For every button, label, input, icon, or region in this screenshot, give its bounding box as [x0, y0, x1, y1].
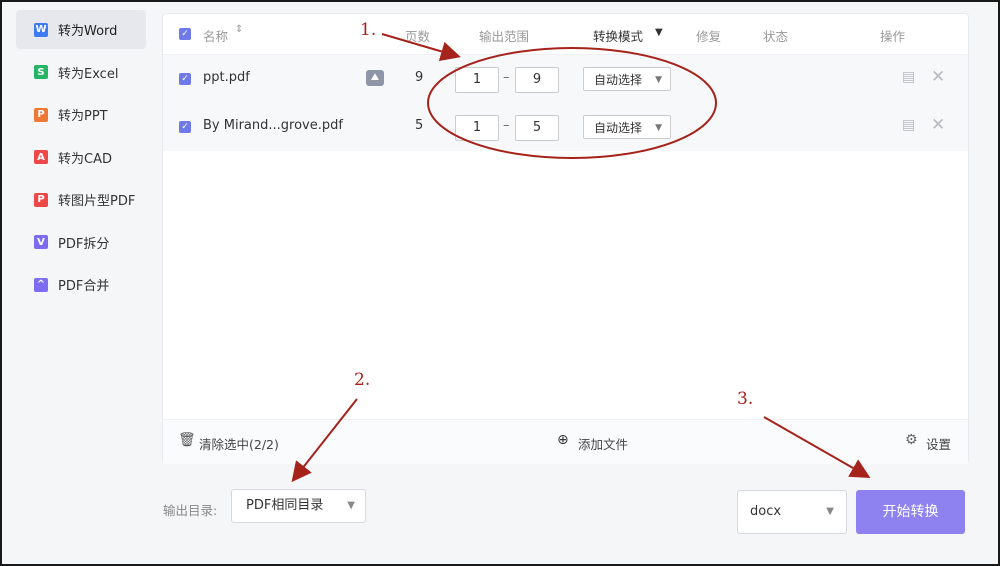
sidebar: W 转为Word S 转为Excel P 转为PPT A 转为CAD P 转图片…: [16, 10, 146, 308]
format-select[interactable]: docx ▼: [737, 490, 847, 534]
format-value: docx: [750, 504, 782, 519]
output-dir-label: 输出目录:: [163, 503, 218, 518]
header-repair: 修复: [696, 29, 722, 44]
mode-dropdown-icon[interactable]: ▼: [655, 27, 663, 38]
close-icon[interactable]: ✕: [931, 67, 945, 87]
sidebar-item-label: 转为Excel: [58, 66, 119, 82]
table-row: ✓ ppt.pdf ⛰ 9 1 – 9 自动选择 ▼ ▤ ✕: [163, 55, 968, 103]
mode-select-value: 自动选择: [594, 121, 643, 135]
gear-icon[interactable]: ⚙: [905, 432, 918, 448]
table-row: ✓ By Mirand...grove.pdf 5 1 – 5 自动选择 ▼ ▤ …: [163, 103, 968, 151]
file-name: ppt.pdf: [203, 70, 250, 85]
start-convert-button[interactable]: 开始转换: [856, 490, 965, 534]
clear-selected-button[interactable]: 清除选中(2/2): [199, 434, 279, 453]
header-status: 状态: [763, 29, 789, 44]
file-name: By Mirand...grove.pdf: [203, 118, 343, 133]
annotation-3: 3.: [737, 389, 754, 409]
range-dash: –: [503, 118, 510, 133]
sidebar-item-pdf-split[interactable]: V PDF拆分: [16, 223, 146, 262]
chevron-down-icon: ▼: [347, 500, 355, 511]
mode-select[interactable]: 自动选择 ▼: [583, 115, 671, 139]
row-checkbox[interactable]: ✓: [179, 121, 191, 133]
image-preview-icon[interactable]: ⛰: [366, 70, 384, 86]
excel-icon: S: [34, 65, 48, 79]
annotation-2: 2.: [354, 370, 371, 390]
header-pages: 页数: [405, 29, 431, 44]
app-window: W 转为Word S 转为Excel P 转为PPT A 转为CAD P 转图片…: [0, 0, 1000, 566]
table-header: ✓ 名称 ⇕ 页数 输出范围 转换模式 ▼ 修复 状态 操作: [163, 14, 968, 55]
header-ops: 操作: [880, 29, 906, 44]
sidebar-item-label: 转为PPT: [58, 109, 108, 124]
sidebar-item-ppt[interactable]: P 转为PPT: [16, 95, 146, 134]
add-circle-icon[interactable]: ⊕: [557, 432, 569, 448]
panel-footer: 🗑 清除选中(2/2) ⊕ 添加文件 ⚙ 设置: [163, 419, 968, 464]
preview-file-icon[interactable]: ▤: [902, 117, 915, 133]
ppt-icon: P: [34, 107, 48, 122]
sort-icon[interactable]: ⇕: [235, 24, 243, 35]
range-to-input[interactable]: 9: [515, 67, 559, 93]
sidebar-item-word[interactable]: W 转为Word: [16, 10, 146, 49]
sidebar-item-label: 转为Word: [58, 24, 118, 39]
file-list-panel: ✓ 名称 ⇕ 页数 输出范围 转换模式 ▼ 修复 状态 操作 ✓ ppt.pdf…: [162, 13, 969, 464]
header-range: 输出范围: [479, 29, 530, 44]
word-icon: W: [34, 22, 48, 37]
mode-select[interactable]: 自动选择 ▼: [583, 67, 671, 91]
range-to-input[interactable]: 5: [515, 115, 559, 141]
add-file-button[interactable]: 添加文件: [578, 434, 628, 453]
select-all-checkbox[interactable]: ✓: [179, 28, 191, 40]
output-dir-value: PDF相同目录: [246, 498, 324, 513]
sidebar-item-label: 转为CAD: [58, 151, 112, 167]
output-dir-select[interactable]: PDF相同目录 ▼: [231, 489, 366, 523]
header-name[interactable]: 名称: [203, 26, 228, 45]
range-from-input[interactable]: 1: [455, 115, 499, 141]
settings-button[interactable]: 设置: [926, 434, 951, 453]
cad-icon: A: [34, 150, 48, 164]
close-icon[interactable]: ✕: [931, 115, 945, 135]
row-checkbox[interactable]: ✓: [179, 73, 191, 85]
merge-icon: ^: [34, 277, 48, 292]
sidebar-item-pdf-merge[interactable]: ^ PDF合并: [16, 265, 146, 304]
page-count: 5: [415, 118, 424, 133]
sidebar-item-label: 转图片型PDF: [58, 194, 136, 209]
split-icon: V: [34, 235, 48, 249]
chevron-down-icon: ▼: [655, 75, 662, 85]
sidebar-item-image-pdf[interactable]: P 转图片型PDF: [16, 180, 146, 219]
preview-file-icon[interactable]: ▤: [902, 69, 915, 85]
range-from-input[interactable]: 1: [455, 67, 499, 93]
page-count: 9: [415, 70, 424, 85]
range-dash: –: [503, 70, 510, 85]
annotation-1: 1.: [360, 20, 377, 40]
trash-icon[interactable]: 🗑: [178, 432, 196, 448]
sidebar-item-cad[interactable]: A 转为CAD: [16, 138, 146, 177]
sidebar-item-label: PDF合并: [58, 279, 110, 294]
sidebar-item-excel[interactable]: S 转为Excel: [16, 53, 146, 92]
header-mode[interactable]: 转换模式: [593, 26, 643, 45]
sidebar-item-label: PDF拆分: [58, 236, 110, 252]
chevron-down-icon: ▼: [826, 506, 834, 517]
image-pdf-icon: P: [34, 192, 48, 207]
mode-select-value: 自动选择: [594, 73, 643, 87]
chevron-down-icon: ▼: [655, 123, 662, 133]
